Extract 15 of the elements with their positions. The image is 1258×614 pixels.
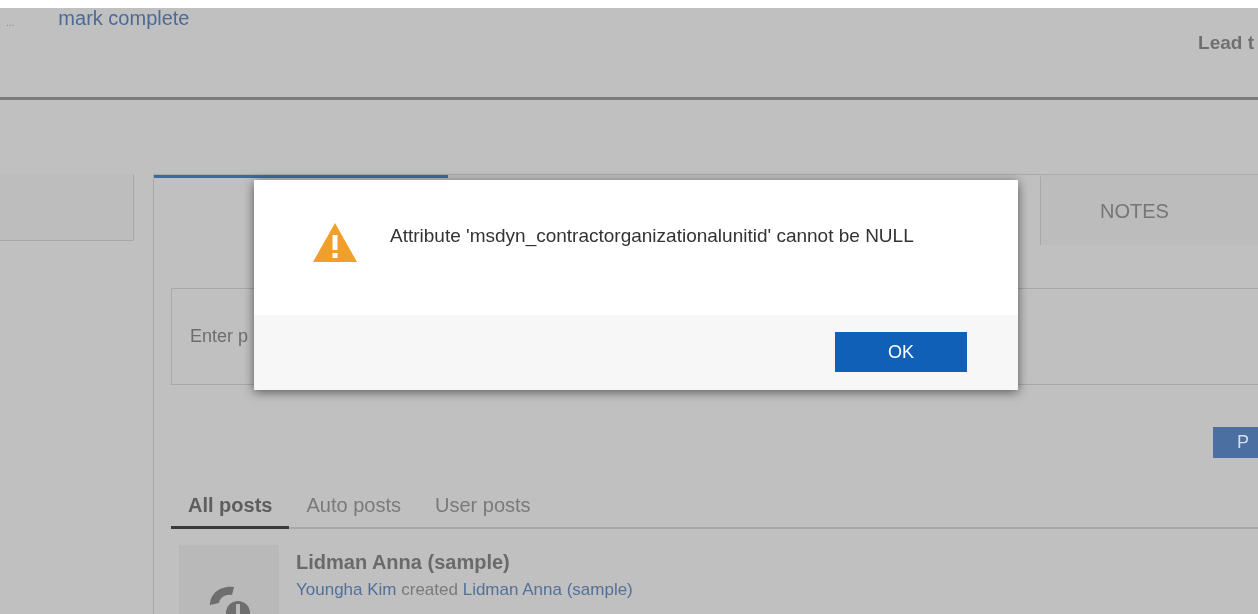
feed-tab[interactable]: Auto posts: [289, 486, 418, 529]
record-link[interactable]: Lidman Anna (sample): [462, 580, 633, 599]
warning-icon: [312, 222, 358, 263]
record-title: Lead t: [1198, 32, 1254, 54]
post-button[interactable]: P: [1213, 427, 1258, 458]
ok-button[interactable]: OK: [835, 332, 967, 372]
author-link[interactable]: Youngha Kim: [296, 580, 397, 599]
error-message: Attribute 'msdyn_contractorganizationalunitid' cannot be NULL: [390, 224, 915, 249]
ellipsis-text: ...: [6, 17, 15, 28]
post-title: Lidman Anna (sample): [296, 551, 511, 574]
record-tab[interactable]: NOTES: [1040, 175, 1258, 245]
post-activity-text: Youngha Kim created Lidman Anna (sample): [296, 580, 633, 600]
feed-tab[interactable]: All posts: [171, 486, 290, 529]
feed-tab[interactable]: User posts: [417, 486, 548, 529]
mark-complete-link[interactable]: mark complete: [58, 8, 190, 28]
